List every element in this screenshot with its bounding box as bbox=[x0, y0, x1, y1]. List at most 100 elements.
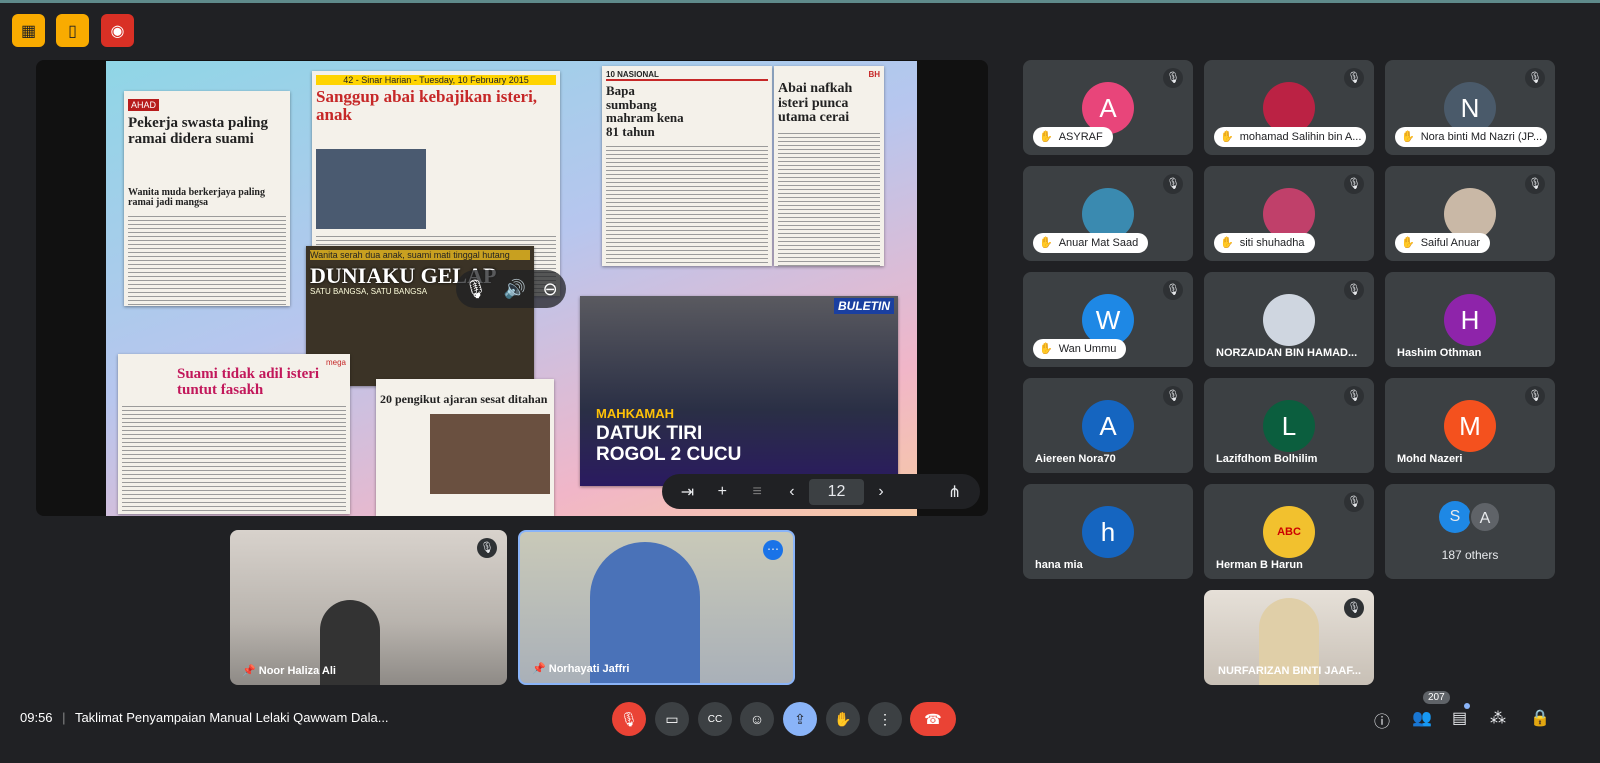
share-icon[interactable]: ⋔ bbox=[937, 482, 972, 502]
avatar: A bbox=[1082, 400, 1134, 452]
clip-6: mega Suami tidak adil isteri tuntut fasa… bbox=[118, 354, 350, 514]
clip-4: BH Abai nafkah isteri punca utama cerai bbox=[774, 66, 884, 266]
avatar: A bbox=[1469, 501, 1501, 533]
participant-name: ✋ Anuar Mat Saad bbox=[1033, 233, 1149, 253]
mic-off-icon: 🎙 bbox=[1163, 386, 1183, 406]
raised-hand-icon: ✋ bbox=[1401, 237, 1415, 249]
more-options-icon[interactable]: ⋯ bbox=[763, 540, 783, 560]
clip-3: 10 NASIONAL Bapa sumbang mahram kena 81 … bbox=[602, 66, 772, 266]
top-edge bbox=[0, 0, 1600, 3]
video-tile[interactable]: 🎙 NURFARIZAN BINTI JAAF... bbox=[1204, 590, 1374, 685]
participant-tile[interactable]: H Hashim Othman bbox=[1385, 272, 1555, 367]
participant-name: 📌 Noor Haliza Ali bbox=[242, 665, 336, 677]
people-count-badge: 207 bbox=[1423, 691, 1450, 704]
video-tile-active[interactable]: ⋯ 📌 Norhayati Jaffri bbox=[518, 530, 795, 685]
raised-hand-icon: ✋ bbox=[1220, 131, 1234, 143]
avatar: L bbox=[1263, 400, 1315, 452]
chat-notification-dot bbox=[1464, 703, 1470, 709]
participant-name: NORZAIDAN BIN HAMAD... bbox=[1216, 347, 1358, 359]
leave-call-button[interactable]: ☎ bbox=[910, 702, 956, 736]
volume-icon[interactable]: 🔊 bbox=[504, 279, 526, 300]
participant-name: ✋ Saiful Anuar bbox=[1395, 233, 1491, 253]
participant-name: Lazifdhom Bolhilim bbox=[1216, 453, 1318, 465]
avatar: S bbox=[1439, 501, 1471, 533]
participant-name: NURFARIZAN BINTI JAAF... bbox=[1218, 665, 1361, 677]
record-icon[interactable]: ◉ bbox=[101, 14, 134, 47]
mic-toggle-button[interactable]: 🎙 bbox=[612, 702, 646, 736]
video-tile[interactable]: 🎙 📌 Noor Haliza Ali bbox=[230, 530, 507, 685]
participant-tile[interactable]: L 🎙 Lazifdhom Bolhilim bbox=[1204, 378, 1374, 473]
clip-1: AHAD Pekerja swasta paling ramai didera … bbox=[124, 91, 290, 306]
camera-toggle-button[interactable]: ▭ bbox=[655, 702, 689, 736]
headline: Sanggup abai kebajikan isteri, anak bbox=[316, 87, 538, 124]
emoji-button[interactable]: ☺ bbox=[740, 702, 774, 736]
participant-tile[interactable]: W 🎙 ✋ Wan Ummu bbox=[1023, 272, 1193, 367]
participant-name: ✋ Nora binti Md Nazri (JP... bbox=[1395, 127, 1547, 147]
mic-off-icon: 🎙 bbox=[1163, 174, 1183, 194]
next-slide-button[interactable]: › bbox=[864, 483, 899, 501]
door-icon[interactable]: ▯ bbox=[56, 14, 89, 47]
meeting-info: 09:56 | Taklimat Penyampaian Manual Lela… bbox=[20, 710, 389, 725]
participant-tile[interactable]: 🎙 ✋ siti shuhadha bbox=[1204, 166, 1374, 261]
raise-hand-button[interactable]: ✋ bbox=[826, 702, 860, 736]
raised-hand-icon: ✋ bbox=[1039, 343, 1053, 355]
participant-tile[interactable]: M 🎙 Mohd Nazeri bbox=[1385, 378, 1555, 473]
mic-off-icon[interactable]: 🎙 bbox=[464, 279, 487, 300]
more-options-button[interactable]: ⋮ bbox=[868, 702, 902, 736]
participant-name: 📌 Norhayati Jaffri bbox=[532, 663, 630, 675]
participant-tile[interactable]: A 🎙 ✋ ASYRAF bbox=[1023, 60, 1193, 155]
raised-hand-icon: ✋ bbox=[1401, 131, 1415, 143]
avatar bbox=[1263, 294, 1315, 346]
chat-icon[interactable]: ▤ bbox=[1452, 708, 1467, 728]
participant-tile[interactable]: 🎙 NORZAIDAN BIN HAMAD... bbox=[1204, 272, 1374, 367]
participant-tile[interactable]: 🎙 ✋ Saiful Anuar bbox=[1385, 166, 1555, 261]
headline: MAHKAMAH bbox=[596, 406, 674, 421]
mic-off-icon: 🎙 bbox=[477, 538, 497, 558]
participant-tile[interactable]: N 🎙 ✋ Nora binti Md Nazri (JP... bbox=[1385, 60, 1555, 155]
raised-hand-icon: ✋ bbox=[1039, 237, 1053, 249]
add-person-icon[interactable]: + bbox=[705, 483, 740, 501]
activities-icon[interactable]: ⁂ bbox=[1490, 708, 1506, 728]
clock: 09:56 bbox=[20, 710, 53, 725]
mic-off-icon: 🎙 bbox=[1525, 386, 1545, 406]
mic-off-icon: 🎙 bbox=[1344, 174, 1364, 194]
participant-name: ✋ siti shuhadha bbox=[1214, 233, 1315, 253]
pin-icon[interactable]: 📌 bbox=[532, 663, 549, 675]
pin-icon[interactable]: 📌 bbox=[242, 665, 259, 677]
previous-slide-button[interactable]: ‹ bbox=[775, 483, 810, 501]
presentation-toolbar: ⇥ + ≡ ‹ 12 › ⋔ bbox=[662, 474, 980, 509]
others-tile[interactable]: S A 187 others bbox=[1385, 484, 1555, 579]
exit-present-icon[interactable]: ⇥ bbox=[670, 482, 705, 502]
people-icon[interactable]: 👥 bbox=[1412, 708, 1432, 728]
avatar: H bbox=[1444, 294, 1496, 346]
participant-name: hana mia bbox=[1035, 559, 1083, 571]
info-icon[interactable]: ⓘ bbox=[1374, 708, 1390, 732]
participant-tile[interactable]: ABC 🎙 Herman B Harun bbox=[1204, 484, 1374, 579]
present-button[interactable]: ⇪ bbox=[783, 702, 817, 736]
avatar: ABC bbox=[1263, 506, 1315, 558]
participant-tile[interactable]: h hana mia bbox=[1023, 484, 1193, 579]
page-number-input[interactable]: 12 bbox=[809, 478, 864, 505]
remove-icon[interactable]: ⊖ bbox=[543, 279, 558, 300]
mic-off-icon: 🎙 bbox=[1344, 68, 1364, 88]
mic-off-icon: 🎙 bbox=[1163, 68, 1183, 88]
participant-tile[interactable]: A 🎙 Aiereen Nora70 bbox=[1023, 378, 1193, 473]
mic-off-icon: 🎙 bbox=[1525, 68, 1545, 88]
participant-tile[interactable]: 🎙 ✋ Anuar Mat Saad bbox=[1023, 166, 1193, 261]
subheadline: DATUK TIRI ROGOL 2 CUCU bbox=[596, 423, 742, 465]
participant-name: ✋ ASYRAF bbox=[1033, 127, 1113, 147]
mic-off-icon: 🎙 bbox=[1525, 174, 1545, 194]
captions-button[interactable]: CC bbox=[698, 702, 732, 736]
masthead: AHAD bbox=[128, 99, 160, 111]
subheadline: Wanita serah dua anak, suami mati tingga… bbox=[310, 250, 530, 260]
masthead: 10 NASIONAL bbox=[606, 70, 768, 81]
participant-tile[interactable]: 🎙 ✋ mohamad Salihin bin A... bbox=[1204, 60, 1374, 155]
clip-7: 20 pengikut ajaran sesat ditahan bbox=[376, 379, 554, 516]
headline: 20 pengikut ajaran sesat ditahan bbox=[380, 392, 548, 406]
no-present-icon[interactable]: ▦ bbox=[12, 14, 45, 47]
menu-icon[interactable]: ≡ bbox=[740, 483, 775, 501]
mic-off-icon: 🎙 bbox=[1163, 280, 1183, 300]
headline: Suami tidak adil isteri tuntut fasakh bbox=[177, 366, 320, 398]
host-controls-icon[interactable]: 🔒 bbox=[1530, 708, 1550, 728]
others-label: 187 others bbox=[1441, 548, 1499, 562]
